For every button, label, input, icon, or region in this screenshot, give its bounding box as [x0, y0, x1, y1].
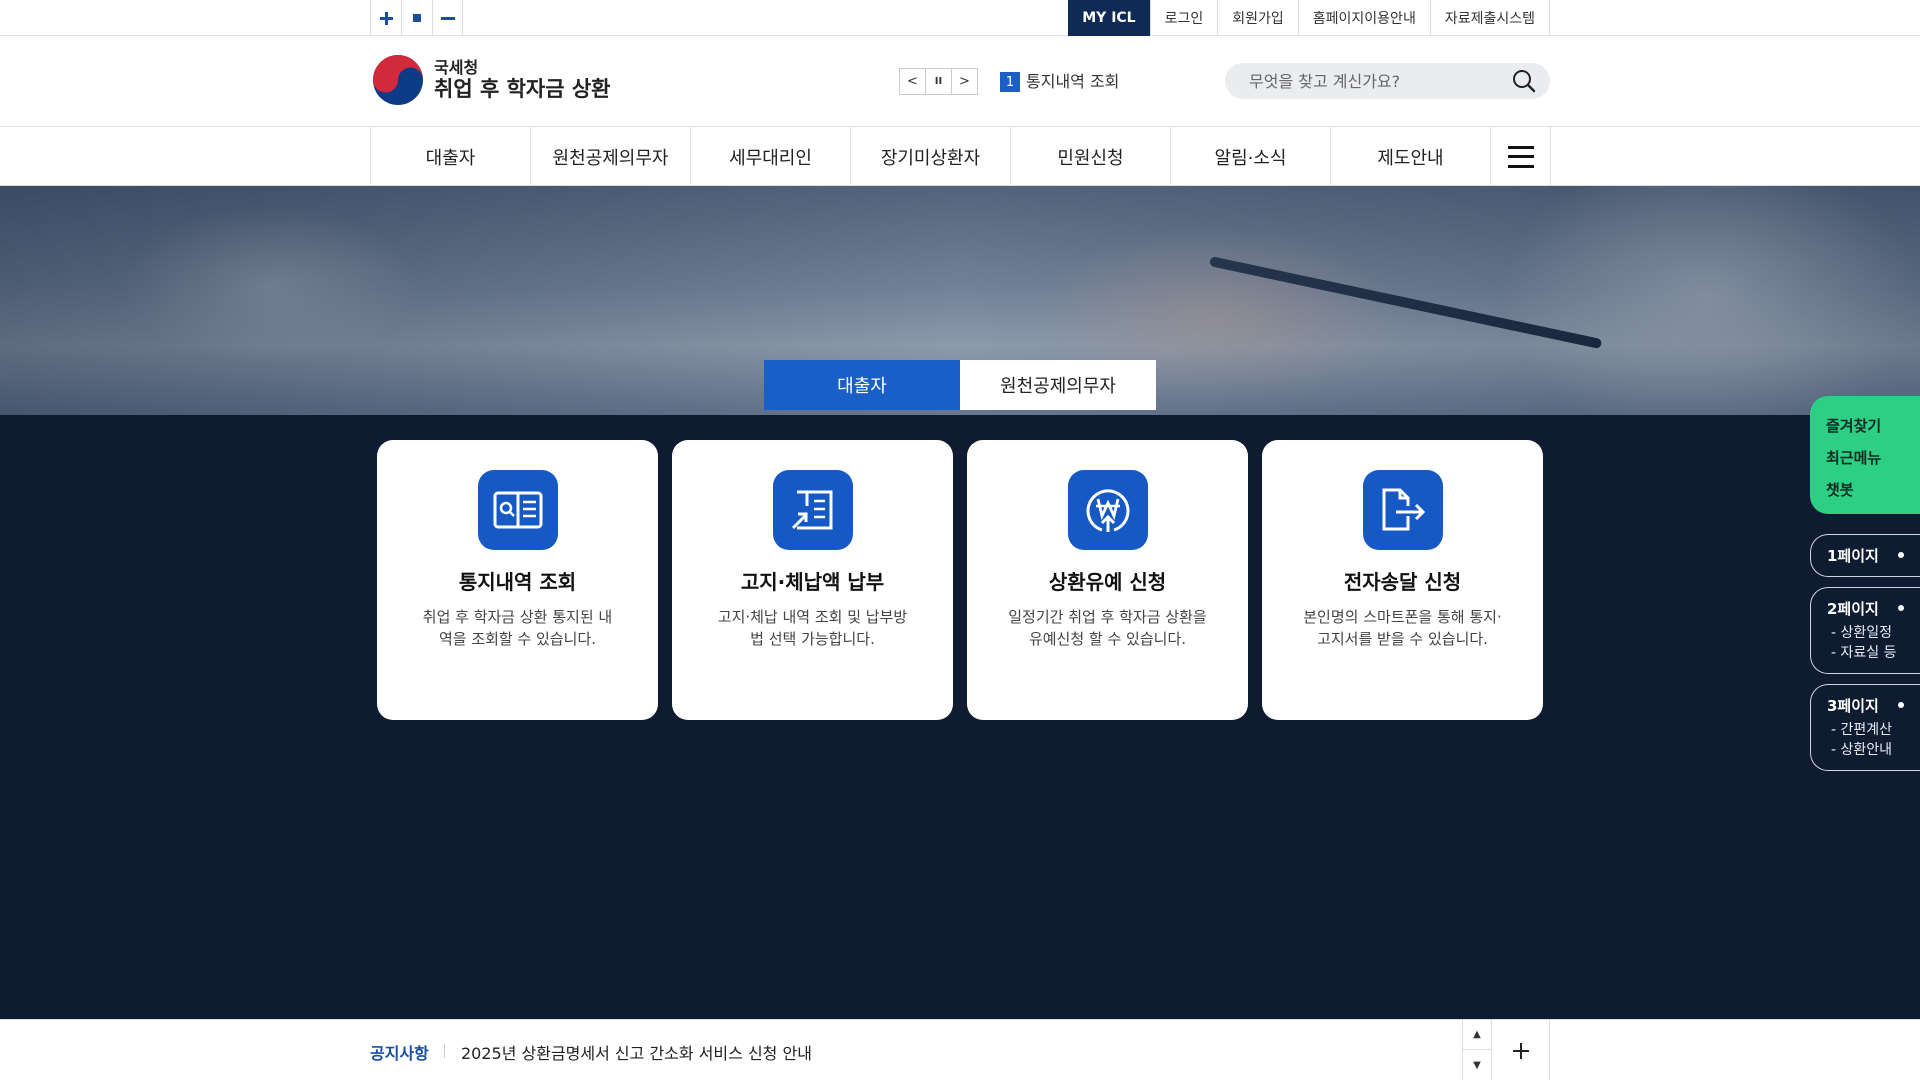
notice-arrows: ▲ ▼ — [1462, 1020, 1492, 1080]
zoom-reset-button[interactable] — [401, 0, 432, 36]
card-e-delivery[interactable]: 전자송달 신청 본인명의 스마트폰을 통해 통지·고지서를 받을 수 있습니다. — [1262, 440, 1543, 720]
main-nav: 대출자 원천공제의무자 세무대리인 장기미상환자 민원신청 알림·소식 제도안내 — [0, 127, 1920, 186]
page-sub: - 간편계산 — [1831, 722, 1893, 738]
logo-name-text: 취업 후 학자금 상환 — [434, 77, 611, 102]
notice-down-button[interactable]: ▼ — [1463, 1050, 1491, 1080]
card-deferment[interactable]: 상환유예 신청 일정기간 취업 후 학자금 상환을 유예신청 할 수 있습니다. — [967, 440, 1248, 720]
card-title: 상환유예 신청 — [1048, 570, 1167, 594]
page-dot-icon — [1898, 702, 1904, 708]
nav-item-civil[interactable]: 민원신청 — [1011, 127, 1171, 186]
tab-borrower[interactable]: 대출자 — [764, 360, 960, 410]
login-link[interactable]: 로그인 — [1149, 0, 1218, 36]
hamburger-icon — [1507, 145, 1534, 168]
file-export-icon — [1363, 470, 1443, 550]
site-logo[interactable]: 국세청 취업 후 학자금 상환 — [372, 54, 611, 106]
prev-button[interactable]: < — [899, 68, 926, 95]
card-desc: 본인명의 스마트폰을 통해 통지·고지서를 받을 수 있습니다. — [1303, 608, 1502, 648]
card-notice-inquiry[interactable]: 통지내역 조회 취업 후 학자금 상환 통지된 내역을 조회할 수 있습니다. — [377, 440, 658, 720]
quick-menu: 즐겨찾기 최근메뉴 챗봇 — [1810, 396, 1920, 514]
card-desc: 일정기간 취업 후 학자금 상환을 유예신청 할 수 있습니다. — [1008, 608, 1207, 648]
page-3-button[interactable]: 3페이지 - 간편계산 - 상환안내 — [1810, 684, 1920, 771]
card-desc: 고지·체납 내역 조회 및 납부방법 선택 가능합니다. — [717, 608, 908, 648]
page-navigator: 1페이지 2페이지 - 상환일정 - 자료실 등 3페이지 - 간편계산 - 상… — [1810, 534, 1920, 781]
header: 국세청 취업 후 학자금 상환 < II > 1 통지내역 조회 — [0, 36, 1920, 127]
card-title: 고지·체납액 납부 — [740, 570, 885, 594]
card-desc: 취업 후 학자금 상환 통지된 내역을 조회할 수 있습니다. — [422, 608, 613, 648]
search-box — [1225, 63, 1550, 99]
square-icon — [413, 14, 421, 22]
next-button[interactable]: > — [951, 68, 978, 95]
page-title: 2페이지 — [1827, 600, 1879, 618]
font-zoom-controls — [370, 0, 463, 36]
rolling-link[interactable]: 통지내역 조회 — [1026, 72, 1119, 92]
minus-icon — [440, 16, 455, 20]
card-title: 전자송달 신청 — [1343, 570, 1462, 594]
zoom-in-button[interactable] — [370, 0, 401, 36]
user-type-tabs: 대출자 원천공제의무자 — [764, 360, 1156, 410]
page-dot-icon — [1898, 605, 1904, 611]
page-1-button[interactable]: 1페이지 — [1810, 534, 1920, 577]
page-2-button[interactable]: 2페이지 - 상환일정 - 자료실 등 — [1810, 587, 1920, 674]
quick-recent[interactable]: 최근메뉴 — [1826, 442, 1920, 474]
rolling-number-badge: 1 — [1000, 72, 1020, 92]
my-icl-link[interactable]: MY ICL — [1068, 0, 1150, 36]
document-search-icon — [478, 470, 558, 550]
site-guide-link[interactable]: 홈페이지이용안내 — [1297, 0, 1430, 36]
nav-item-withholding[interactable]: 원천공제의무자 — [531, 127, 691, 186]
tab-withholding[interactable]: 원천공제의무자 — [960, 360, 1156, 410]
nav-item-news[interactable]: 알림·소식 — [1171, 127, 1331, 186]
card-title: 통지내역 조회 — [458, 570, 577, 594]
pause-button[interactable]: II — [925, 68, 952, 95]
page-title: 1페이지 — [1827, 547, 1879, 565]
logo-org-text: 국세청 — [434, 57, 479, 77]
notice-bar: 공지사항 2025년 상환금명세서 신고 간소화 서비스 신청 안내 ▲ ▼ — [0, 1019, 1920, 1080]
nav-item-long-term[interactable]: 장기미상환자 — [851, 127, 1011, 186]
notice-text-link[interactable]: 2025년 상환금명세서 신고 간소화 서비스 신청 안내 — [461, 1040, 812, 1064]
data-submit-link[interactable]: 자료제출시스템 — [1429, 0, 1550, 36]
page-sub: - 자료실 등 — [1831, 645, 1897, 661]
notice-more-button[interactable] — [1492, 1020, 1550, 1080]
utility-links: MY ICL 로그인 회원가입 홈페이지이용안내 자료제출시스템 — [1068, 0, 1550, 36]
card-payment[interactable]: 고지·체납액 납부 고지·체납 내역 조회 및 납부방법 선택 가능합니다. — [672, 440, 953, 720]
search-input[interactable] — [1249, 63, 1499, 99]
divider — [444, 1044, 445, 1058]
plus-icon — [1512, 1042, 1529, 1059]
signup-link[interactable]: 회원가입 — [1217, 0, 1298, 36]
page-sub: - 상환일정 — [1831, 625, 1893, 641]
nav-item-borrower[interactable]: 대출자 — [371, 127, 531, 186]
nav-item-tax-agent[interactable]: 세무대리인 — [691, 127, 851, 186]
page-sub: - 상환안내 — [1831, 742, 1893, 758]
notice-label[interactable]: 공지사항 — [370, 1040, 429, 1064]
search-icon[interactable] — [1512, 69, 1536, 93]
quick-favorites[interactable]: 즐겨찾기 — [1826, 410, 1920, 442]
top-utility-bar: MY ICL 로그인 회원가입 홈페이지이용안내 자료제출시스템 — [0, 0, 1920, 36]
notice-up-button[interactable]: ▲ — [1463, 1020, 1491, 1050]
taegeuk-logo-icon — [373, 55, 423, 105]
page-dot-icon — [1898, 552, 1904, 558]
all-menu-button[interactable] — [1491, 127, 1551, 186]
page-title: 3페이지 — [1827, 697, 1879, 715]
service-cards: 통지내역 조회 취업 후 학자금 상환 통지된 내역을 조회할 수 있습니다. … — [377, 440, 1543, 720]
quick-chatbot[interactable]: 챗봇 — [1826, 474, 1920, 506]
plus-icon — [379, 11, 393, 25]
notice-rolling-controls: < II > — [899, 68, 978, 95]
book-payment-icon — [773, 470, 853, 550]
zoom-out-button[interactable] — [432, 0, 463, 36]
won-coin-icon — [1068, 470, 1148, 550]
hero-banner: 대출자 원천공제의무자 — [0, 186, 1920, 415]
nav-item-guide[interactable]: 제도안내 — [1331, 127, 1491, 186]
